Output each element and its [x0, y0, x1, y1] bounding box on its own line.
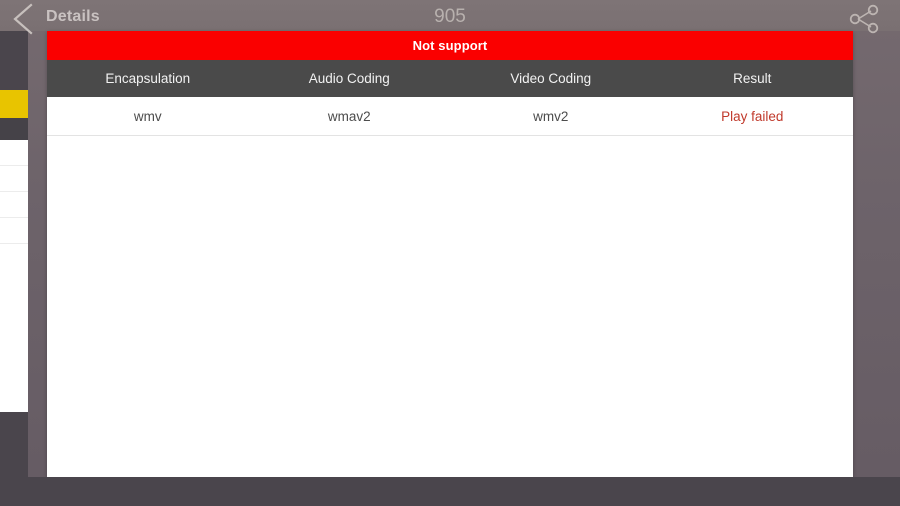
list-item[interactable]	[0, 192, 28, 218]
list-item[interactable]	[0, 90, 28, 118]
bottom-strip	[0, 477, 900, 506]
column-header-encapsulation: Encapsulation	[105, 71, 191, 86]
cell-encapsulation: wmv	[133, 108, 162, 124]
column-header-video-coding: Video Coding	[510, 71, 592, 86]
list-item[interactable]	[0, 218, 28, 244]
status-banner: Not support	[47, 31, 853, 60]
app-screen: Details 905 Not support Encapsulation Au…	[0, 0, 900, 506]
list-item[interactable]	[0, 166, 28, 192]
cell-audio-coding: wmav2	[327, 108, 371, 124]
list-item[interactable]	[0, 244, 28, 412]
cell-result: Play failed	[721, 108, 784, 124]
column-header-result: Result	[733, 71, 772, 86]
center-title: 905	[434, 6, 466, 27]
background-list	[0, 90, 28, 412]
share-icon[interactable]	[846, 4, 882, 34]
cell-video-coding: wmv2	[533, 108, 569, 124]
column-header-audio-coding: Audio Coding	[308, 71, 390, 86]
table-empty-area	[47, 136, 853, 477]
table-header-row: Encapsulation Audio Coding Video Coding …	[47, 60, 853, 97]
list-item[interactable]	[0, 140, 28, 166]
table-row[interactable]: wmv wmav2 wmv2 Play failed	[47, 97, 853, 136]
list-item[interactable]	[0, 118, 28, 140]
details-dialog: Not support Encapsulation Audio Coding V…	[47, 31, 853, 477]
